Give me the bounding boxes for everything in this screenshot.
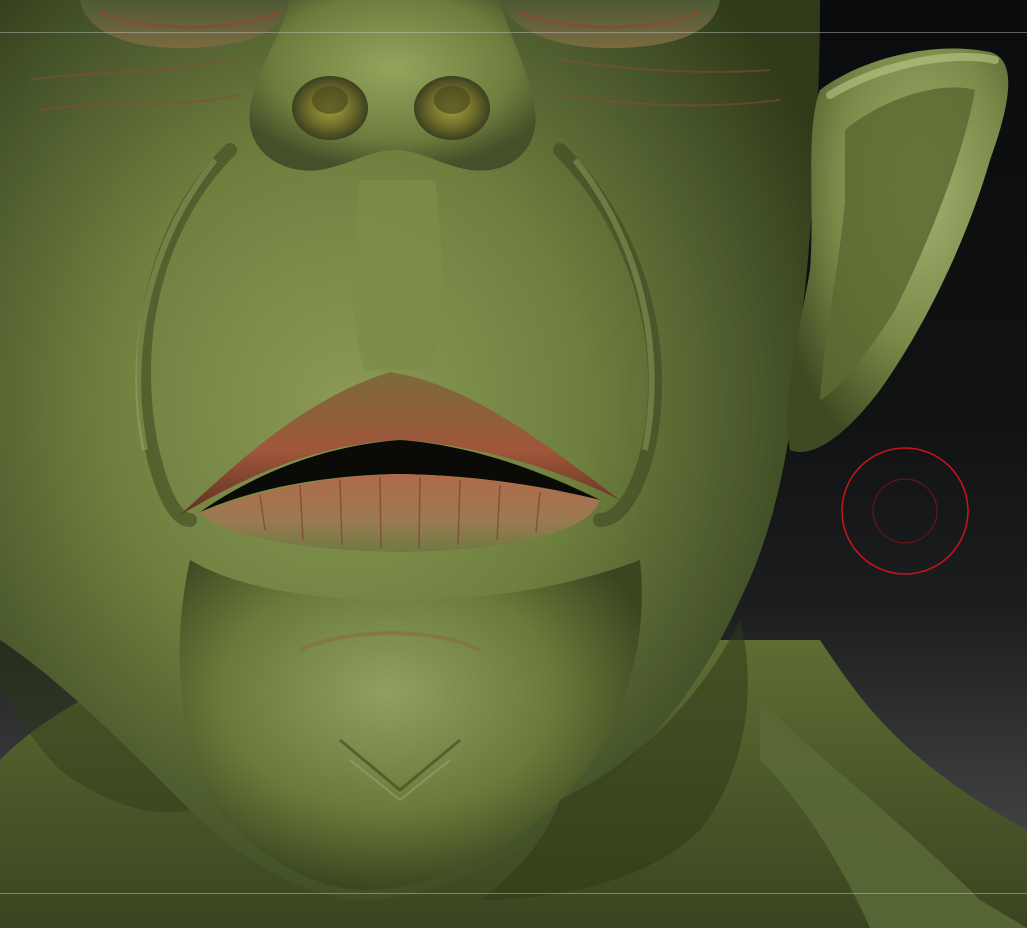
sculpt-viewport[interactable]	[0, 0, 1027, 928]
brush-cursor-icon	[841, 447, 969, 575]
nose	[249, 0, 536, 171]
brush-outer-ring	[841, 447, 969, 575]
frame-guide-top	[0, 32, 1027, 33]
brush-inner-ring	[872, 478, 938, 544]
philtrum	[353, 180, 442, 370]
frame-guide-bottom	[0, 893, 1027, 894]
